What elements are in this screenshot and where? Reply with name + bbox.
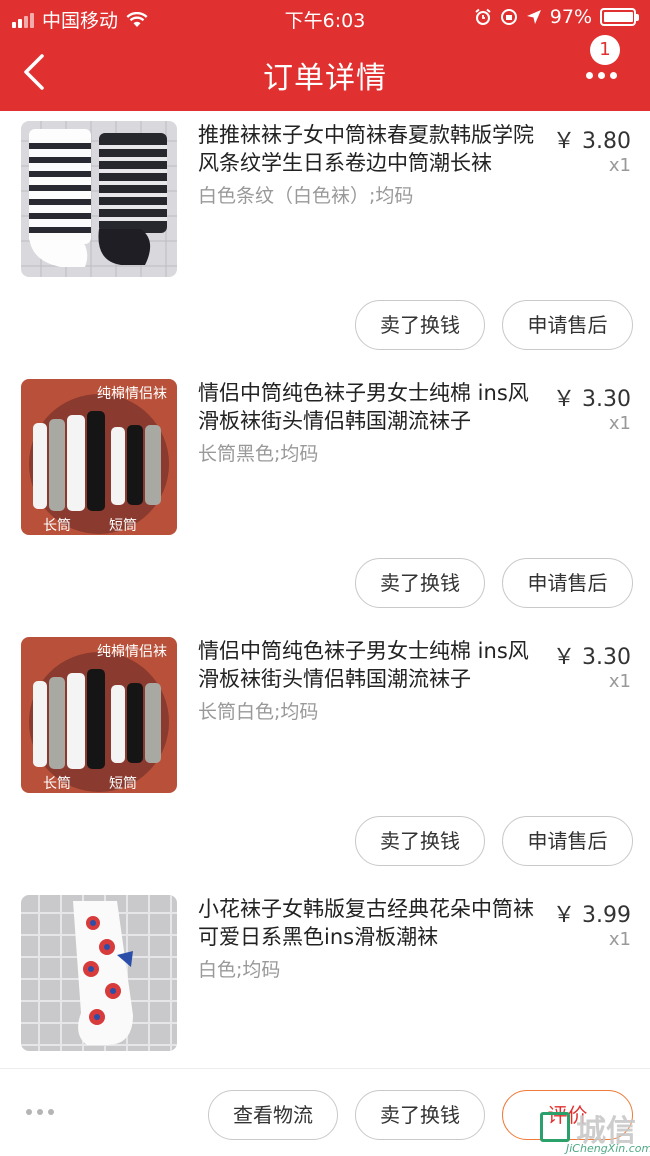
alarm-icon — [475, 8, 491, 25]
order-item: 纯棉情侣袜 长筒 短筒 情侣中筒纯色袜子男女士纯棉 ins风滑板袜街头情侣韩国潮… — [0, 369, 650, 627]
battery-percent: 97% — [549, 6, 592, 28]
sell-button[interactable]: 卖了换钱 — [355, 1090, 485, 1140]
thumb-caption: 纯棉情侣袜 — [97, 386, 167, 402]
status-bar: 中国移动 下午6:03 97% — [0, 0, 650, 36]
product-title[interactable]: 小花袜子女韩版复古经典花朵中筒袜可爱日系黑色ins滑板潮袜 — [198, 895, 546, 951]
product-quantity: x1 — [608, 155, 631, 176]
sell-button[interactable]: 卖了换钱 — [355, 816, 485, 866]
product-spec: 白色条纹（白色袜）;均码 — [198, 185, 414, 207]
orientation-lock-icon — [500, 9, 517, 25]
status-right: 97% — [474, 6, 639, 28]
product-title[interactable]: 推推袜袜子女中筒袜春夏款韩版学院风条纹学生日系卷边中筒潮长袜 — [198, 121, 546, 177]
product-spec: 长筒白色;均码 — [198, 701, 319, 723]
sell-button[interactable]: 卖了换钱 — [355, 558, 485, 608]
view-logistics-button[interactable]: 查看物流 — [208, 1090, 338, 1140]
aftersale-button[interactable]: 申请售后 — [502, 558, 633, 608]
aftersale-button[interactable]: 申请售后 — [502, 300, 633, 350]
bottom-action-bar: 查看物流 卖了换钱 评价 — [0, 1068, 650, 1156]
striped-socks-image — [21, 121, 177, 277]
product-thumbnail[interactable]: 纯棉情侣袜 长筒 短筒 — [21, 379, 177, 535]
order-item: 小花袜子女韩版复古经典花朵中筒袜可爱日系黑色ins滑板潮袜 白色;均码 ￥ 3.… — [0, 885, 650, 1068]
battery-icon — [600, 8, 639, 26]
product-price: ￥ 3.30 — [553, 387, 631, 412]
flower-socks-image — [21, 895, 177, 1051]
product-thumbnail[interactable] — [21, 121, 177, 277]
more-dots-icon — [586, 72, 617, 79]
aftersale-button[interactable]: 申请售后 — [502, 816, 633, 866]
thumb-label-left: 长筒 — [43, 776, 71, 792]
order-item: 推推袜袜子女中筒袜春夏款韩版学院风条纹学生日系卷边中筒潮长袜 白色条纹（白色袜）… — [0, 111, 650, 369]
product-quantity: x1 — [608, 929, 631, 950]
location-icon — [526, 10, 541, 24]
product-price: ￥ 3.99 — [553, 903, 631, 928]
message-badge: 1 — [590, 35, 620, 65]
thumb-label-right: 短筒 — [109, 518, 137, 534]
page-title: 订单详情 — [263, 61, 387, 96]
product-quantity: x1 — [608, 413, 631, 434]
product-quantity: x1 — [608, 671, 631, 692]
product-spec: 长筒黑色;均码 — [198, 443, 319, 465]
more-actions-button[interactable] — [26, 1109, 54, 1115]
review-button[interactable]: 评价 — [502, 1090, 633, 1140]
thumb-label-left: 长筒 — [43, 518, 71, 534]
product-spec: 白色;均码 — [198, 959, 281, 981]
product-thumbnail[interactable]: 纯棉情侣袜 长筒 短筒 — [21, 637, 177, 793]
more-dots-icon — [26, 1109, 32, 1115]
order-item: 纯棉情侣袜 长筒 短筒 情侣中筒纯色袜子男女士纯棉 ins风滑板袜街头情侣韩国潮… — [0, 627, 650, 885]
sell-button[interactable]: 卖了换钱 — [355, 300, 485, 350]
thumb-label-right: 短筒 — [109, 776, 137, 792]
app-header: 中国移动 下午6:03 97% 订单详情 1 — [0, 0, 650, 111]
product-title[interactable]: 情侣中筒纯色袜子男女士纯棉 ins风滑板袜街头情侣韩国潮流袜子 — [198, 379, 546, 435]
product-price: ￥ 3.80 — [553, 129, 631, 154]
product-title[interactable]: 情侣中筒纯色袜子男女士纯棉 ins风滑板袜街头情侣韩国潮流袜子 — [198, 637, 546, 693]
product-price: ￥ 3.30 — [553, 645, 631, 670]
product-thumbnail[interactable] — [21, 895, 177, 1051]
thumb-caption: 纯棉情侣袜 — [97, 644, 167, 660]
